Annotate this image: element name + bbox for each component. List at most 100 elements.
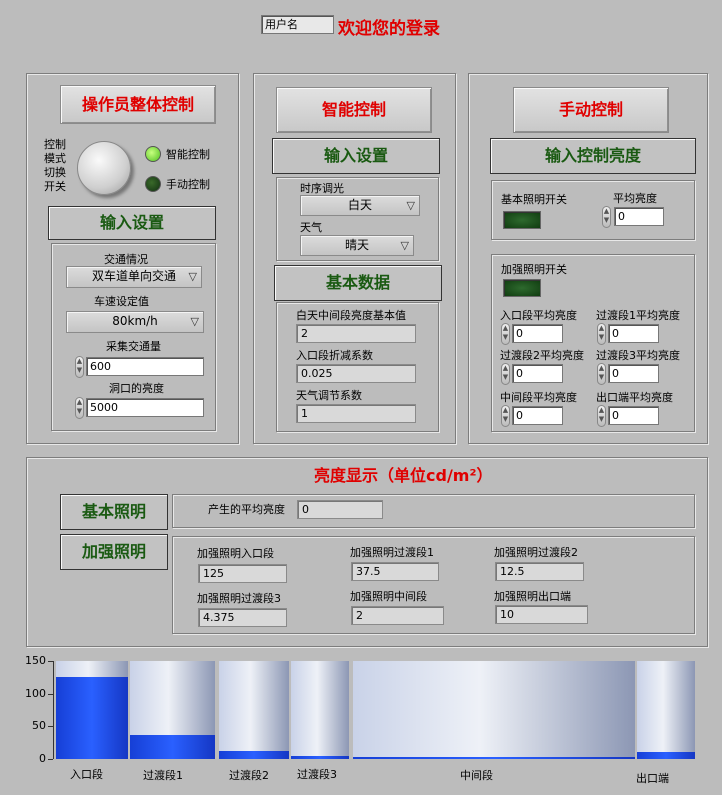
smart-input-header: 输入设置 xyxy=(272,138,440,174)
speed-dropdown-value: 80km/h xyxy=(112,314,158,328)
manual-field-spinner-icon[interactable]: ▲ ▼ xyxy=(501,323,510,345)
operator-input-header: 输入设置 xyxy=(48,206,216,240)
display-field-label: 加强照明过渡段1 xyxy=(350,546,434,559)
display-field-indicator: 37.5 xyxy=(351,562,439,581)
portal-input[interactable]: 5000 xyxy=(86,398,204,417)
manual-field-spinner-icon[interactable]: ▲ ▼ xyxy=(501,405,510,427)
chevron-down-icon: ▽ xyxy=(406,199,415,212)
display-field-indicator: 2 xyxy=(351,606,444,625)
basic-switch-label: 基本照明开关 xyxy=(501,193,567,206)
manual-field-input[interactable]: 0 xyxy=(608,406,659,425)
manual-field-label: 入口段平均亮度 xyxy=(500,309,577,322)
y-tick-mark xyxy=(48,693,53,695)
display-field-indicator: 12.5 xyxy=(495,562,584,581)
collect-input[interactable]: 600 xyxy=(86,357,204,376)
chart-bar-track xyxy=(219,661,289,759)
manual-input-header: 输入控制亮度 xyxy=(490,138,696,174)
manual-control-button[interactable]: 手动控制 xyxy=(513,87,669,133)
weather-label: 天气 xyxy=(300,221,322,234)
manual-avg-spinner-icon[interactable]: ▲ ▼ xyxy=(602,206,611,228)
display-field-label: 加强照明入口段 xyxy=(197,547,274,560)
display-field-label: 加强照明过渡段3 xyxy=(197,592,281,605)
welcome-title: 欢迎您的登录 xyxy=(338,19,440,39)
chart-bar-track xyxy=(637,661,695,759)
smart-mode-label: 智能控制 xyxy=(166,148,210,161)
manual-mode-led-icon xyxy=(145,176,161,192)
manual-avg-input[interactable]: 0 xyxy=(614,207,664,226)
manual-field-label: 过渡段1平均亮度 xyxy=(596,309,680,322)
manual-basic-group xyxy=(491,180,695,240)
portal-label: 洞口的亮度 xyxy=(109,382,164,395)
x-category-label: 入口段 xyxy=(70,768,103,781)
y-tick-mark xyxy=(48,726,53,728)
manual-field-spinner-icon[interactable]: ▲ ▼ xyxy=(501,363,510,385)
chevron-down-icon: ▽ xyxy=(190,315,199,328)
manual-field-input[interactable]: 0 xyxy=(512,406,563,425)
display-avg-label: 产生的平均亮度 xyxy=(208,503,285,516)
mid-base-indicator: 2 xyxy=(296,324,416,343)
y-tick-label: 100 xyxy=(25,686,46,700)
smart-mode-led-icon xyxy=(145,146,161,162)
manual-field-spinner-icon[interactable]: ▲ ▼ xyxy=(597,323,606,345)
brightness-chart: 150 100 50 0 入口段 过渡段1 过渡段2 过渡段3 中间段 出口端 xyxy=(0,652,722,795)
chevron-down-icon: ▽ xyxy=(400,239,409,252)
basic-switch-button[interactable] xyxy=(503,211,541,229)
display-field-indicator: 125 xyxy=(198,564,287,583)
manual-field-input[interactable]: 0 xyxy=(608,324,659,343)
weather-dropdown[interactable]: 晴天 ▽ xyxy=(300,235,414,256)
traffic-label: 交通情况 xyxy=(104,253,148,266)
x-category-label: 出口端 xyxy=(636,772,669,785)
collect-label: 采集交通量 xyxy=(106,340,161,353)
portal-spinner-icon[interactable]: ▲ ▼ xyxy=(75,397,84,419)
mid-base-label: 白天中间段亮度基本值 xyxy=(296,309,406,322)
x-category-label: 过渡段3 xyxy=(297,768,337,781)
chart-bar xyxy=(219,750,289,759)
chart-bar xyxy=(353,757,635,759)
display-avg-indicator: 0 xyxy=(297,500,383,519)
username-field[interactable]: 用户名 xyxy=(261,15,334,34)
enh-switch-button[interactable] xyxy=(503,279,541,297)
display-field-indicator: 10 xyxy=(495,605,588,624)
display-field-label: 加强照明出口端 xyxy=(494,590,571,603)
x-category-label: 过渡段1 xyxy=(143,769,183,782)
speed-dropdown[interactable]: 80km/h ▽ xyxy=(66,311,204,333)
manual-field-label: 过渡段2平均亮度 xyxy=(500,349,584,362)
y-tick-label: 150 xyxy=(25,654,46,667)
enh-switch-label: 加强照明开关 xyxy=(501,263,567,276)
timing-dropdown-value: 白天 xyxy=(347,198,372,212)
x-category-label: 中间段 xyxy=(460,769,493,782)
manual-field-label: 中间段平均亮度 xyxy=(500,391,577,404)
manual-mode-label: 手动控制 xyxy=(166,178,210,191)
display-enh-header: 加强照明 xyxy=(60,534,168,570)
timing-label: 时序调光 xyxy=(300,182,344,195)
y-tick-label: 50 xyxy=(32,719,46,733)
smart-basic-header: 基本数据 xyxy=(274,265,442,301)
y-tick-mark xyxy=(48,759,53,760)
y-tick-label: 0 xyxy=(39,752,46,765)
mode-switch-label: 控制模式切换开关 xyxy=(44,138,66,193)
y-tick-mark xyxy=(48,661,53,662)
weather-coef-label: 天气调节系数 xyxy=(296,389,362,402)
x-category-label: 过渡段2 xyxy=(229,769,269,782)
traffic-dropdown[interactable]: 双车道单向交通 ▽ xyxy=(66,266,202,288)
display-field-label: 加强照明中间段 xyxy=(350,590,427,603)
manual-field-input[interactable]: 0 xyxy=(512,324,563,343)
manual-field-input[interactable]: 0 xyxy=(608,364,659,383)
collect-spinner-icon[interactable]: ▲ ▼ xyxy=(75,356,84,378)
display-field-indicator: 4.375 xyxy=(198,608,287,627)
manual-avg-label: 平均亮度 xyxy=(613,192,657,205)
manual-field-spinner-icon[interactable]: ▲ ▼ xyxy=(597,363,606,385)
manual-field-label: 过渡段3平均亮度 xyxy=(596,349,680,362)
chart-bar xyxy=(637,752,695,759)
smart-control-button[interactable]: 智能控制 xyxy=(276,87,432,133)
traffic-dropdown-value: 双车道单向交通 xyxy=(91,269,176,283)
manual-field-spinner-icon[interactable]: ▲ ▼ xyxy=(597,405,606,427)
operator-control-button[interactable]: 操作员整体控制 xyxy=(60,85,216,124)
chart-bar xyxy=(291,756,349,759)
mode-switch-knob[interactable] xyxy=(77,141,131,195)
timing-dropdown[interactable]: 白天 ▽ xyxy=(300,195,420,216)
manual-field-input[interactable]: 0 xyxy=(512,364,563,383)
display-basic-header: 基本照明 xyxy=(60,494,168,530)
chart-bar-track xyxy=(291,661,349,759)
chevron-down-icon: ▽ xyxy=(188,270,197,283)
